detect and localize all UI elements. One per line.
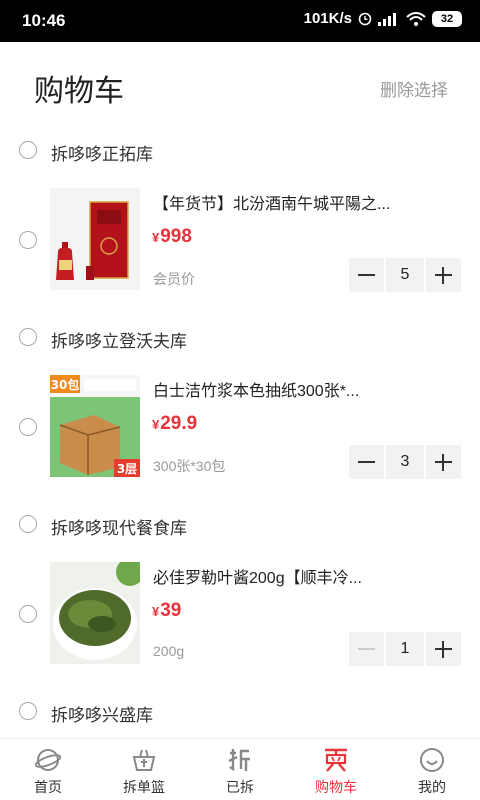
quantity-value[interactable]: 1 — [386, 632, 424, 666]
product-spec: 会员价 — [153, 271, 195, 287]
quantity-stepper[interactable]: 1 — [349, 632, 461, 666]
increase-button[interactable] — [426, 258, 461, 292]
tab-opened[interactable]: 已拆 — [192, 739, 288, 800]
status-icons: 101K/s 32 — [304, 10, 462, 27]
product-spec: 300张*30包 — [153, 458, 226, 474]
price-value: 998 — [160, 226, 192, 247]
image-text-3ply: 3层 — [117, 462, 137, 476]
product-image-tissue[interactable]: 30包 3层 — [50, 375, 140, 477]
tab-label: 已拆 — [226, 779, 254, 795]
tab-label: 购物车 — [315, 779, 357, 795]
store-checkbox[interactable] — [19, 328, 37, 346]
currency-symbol: ¥ — [152, 230, 160, 245]
tab-home[interactable]: 首页 — [0, 739, 96, 800]
store-checkbox[interactable] — [19, 515, 37, 533]
image-text-30pack: 30包 — [51, 377, 80, 392]
quantity-stepper[interactable]: 3 — [349, 445, 461, 479]
status-bar: 10:46 101K/s 32 — [0, 0, 480, 42]
tab-label: 我的 — [418, 779, 446, 795]
item-checkbox[interactable] — [19, 418, 37, 436]
item-checkbox[interactable] — [19, 605, 37, 623]
store-row[interactable]: 拆哆哆立登沃夫库 — [0, 317, 480, 357]
product-image-liquor[interactable] — [50, 188, 140, 290]
store-checkbox[interactable] — [19, 141, 37, 159]
product-image-pesto[interactable] — [50, 562, 140, 664]
price-value: 29.9 — [160, 413, 198, 434]
quantity-value[interactable]: 3 — [386, 445, 424, 479]
page-header: 购物车 删除选择 — [0, 42, 480, 130]
smile-icon — [420, 748, 444, 772]
page-title: 购物车 — [34, 75, 124, 108]
signal-icon — [378, 12, 396, 26]
product-title[interactable]: 必佳罗勒叶酱200g【顺丰冷... — [153, 564, 453, 588]
store-name: 拆哆哆立登沃夫库 — [51, 332, 187, 351]
tab-cart[interactable]: 购物车 — [288, 739, 384, 800]
network-speed: 101K/s — [303, 10, 352, 27]
delete-selected-button[interactable]: 删除选择 — [380, 76, 448, 101]
wifi-icon — [406, 11, 426, 26]
alarm-icon — [358, 12, 372, 25]
currency-symbol: ¥ — [152, 417, 160, 432]
price-value: 39 — [160, 600, 182, 621]
cart-item[interactable]: 【年货节】北汾酒南午城平陽之... ¥998 会员价 5 — [0, 180, 480, 300]
tab-me[interactable]: 我的 — [384, 739, 480, 800]
tab-label: 拆单篮 — [123, 779, 165, 795]
decrease-button[interactable] — [349, 258, 384, 292]
quantity-value[interactable]: 5 — [386, 258, 424, 292]
store-name: 拆哆哆正拓库 — [51, 145, 153, 164]
product-price: ¥39 — [152, 600, 181, 622]
cart-item[interactable]: 必佳罗勒叶酱200g【顺丰冷... ¥39 200g 1 — [0, 554, 480, 674]
store-name: 拆哆哆兴盛库 — [51, 706, 153, 725]
tab-basket[interactable]: 拆单篮 — [96, 739, 192, 800]
decrease-button[interactable] — [349, 445, 384, 479]
currency-symbol: ¥ — [152, 604, 160, 619]
product-spec: 200g — [153, 643, 185, 659]
decrease-button[interactable] — [349, 632, 384, 666]
bottom-tab-bar: 首页 拆单篮 已拆 购物车 我的 — [0, 738, 480, 800]
store-name: 拆哆哆现代餐食库 — [51, 519, 187, 538]
store-row[interactable]: 拆哆哆兴盛库 — [0, 691, 480, 731]
status-time: 10:46 — [22, 11, 66, 30]
increase-button[interactable] — [426, 632, 461, 666]
store-row[interactable]: 拆哆哆现代餐食库 — [0, 504, 480, 544]
chai-icon — [228, 749, 250, 772]
battery-icon: 32 — [432, 10, 462, 27]
tab-label: 首页 — [34, 779, 62, 795]
item-checkbox[interactable] — [19, 231, 37, 249]
increase-button[interactable] — [426, 445, 461, 479]
store-checkbox[interactable] — [19, 702, 37, 720]
product-price: ¥998 — [152, 226, 192, 248]
planet-icon — [35, 749, 61, 771]
product-title[interactable]: 【年货节】北汾酒南午城平陽之... — [153, 190, 453, 214]
product-price: ¥29.9 — [152, 413, 197, 435]
cart-list[interactable]: 拆哆哆正拓库 【年货节】北汾酒南午城平陽之... ¥998 会员价 5 拆哆哆立… — [0, 130, 480, 738]
store-row[interactable]: 拆哆哆正拓库 — [0, 130, 480, 170]
cart-item[interactable]: 30包 3层 白士洁竹浆本色抽纸300张*... ¥29.9 300张*30包 … — [0, 367, 480, 487]
cart-icon — [325, 748, 347, 772]
product-title[interactable]: 白士洁竹浆本色抽纸300张*... — [153, 377, 453, 401]
quantity-stepper[interactable]: 5 — [349, 258, 461, 292]
basket-icon — [132, 749, 156, 771]
